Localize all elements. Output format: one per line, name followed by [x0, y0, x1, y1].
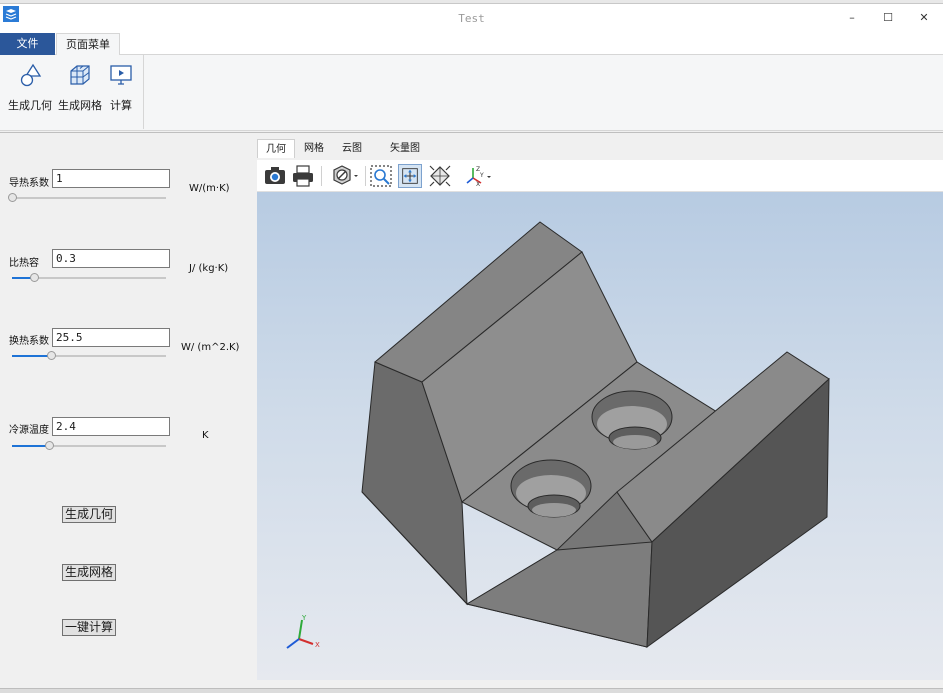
minimize-button[interactable]: – [837, 8, 867, 28]
specific-heat-slider[interactable] [12, 273, 166, 283]
triad-y-axis [298, 619, 303, 640]
triad-x-axis [298, 638, 314, 645]
geometry-icon [20, 63, 42, 87]
maximize-button[interactable]: ☐ [873, 8, 903, 28]
axis-triad: Y X [286, 614, 320, 649]
view-iso-icon[interactable] [428, 164, 452, 188]
triad-y-label: Y [301, 614, 307, 622]
zoom-box-icon[interactable] [369, 164, 393, 188]
specific-heat-input[interactable]: 0.3 [52, 249, 170, 268]
3d-viewport[interactable]: Y X [257, 192, 943, 680]
ribbon-compute-label: 计算 [110, 99, 132, 112]
ribbon-generate-geometry-button[interactable]: 生成几何 [6, 55, 54, 127]
tab-contour[interactable]: 云图 [335, 139, 369, 158]
slider-fill [12, 355, 51, 357]
ribbon-body: 生成几何 生成网格 计算 [0, 55, 943, 131]
fit-all-button[interactable] [398, 164, 422, 188]
title-bar: Test – ☐ ✕ [0, 4, 943, 32]
mesh-icon [70, 65, 90, 85]
close-button[interactable]: ✕ [909, 8, 939, 28]
param-label-conductivity: 导热系数 [9, 178, 49, 189]
conductivity-input[interactable]: 1 [52, 169, 170, 188]
ribbon-generate-mesh-button[interactable]: 生成网格 [56, 55, 104, 127]
generate-mesh-button[interactable]: 生成网格 [62, 564, 117, 581]
toolbar-separator [365, 166, 366, 186]
tab-page-menu[interactable]: 页面菜单 [56, 33, 120, 56]
slider-thumb[interactable] [46, 351, 56, 360]
axes-orientation-icon[interactable]: Z Y X [464, 164, 494, 188]
slider-track [12, 197, 166, 199]
generate-geometry-button[interactable]: 生成几何 [62, 506, 117, 523]
one-click-compute-button[interactable]: 一键计算 [62, 619, 117, 636]
specific-heat-unit: J/ (kg·K) [189, 263, 229, 274]
tab-file[interactable]: 文件 [0, 33, 55, 55]
heat-transfer-slider[interactable] [12, 351, 166, 361]
svg-text:X: X [476, 181, 480, 188]
slider-thumb[interactable] [29, 273, 39, 282]
slider-thumb[interactable] [44, 441, 54, 450]
tab-geometry[interactable]: 几何 [257, 139, 295, 158]
separator [0, 132, 943, 133]
ribbon-separator [143, 55, 144, 129]
fit-all-icon [402, 168, 418, 184]
triad-z-axis [286, 638, 300, 649]
param-label-heat-transfer: 换热系数 [9, 336, 49, 347]
display-mode-icon[interactable] [331, 164, 361, 188]
toolbar-separator [321, 166, 322, 186]
tab-mesh[interactable]: 网格 [297, 139, 331, 158]
screenshot-icon[interactable] [263, 164, 287, 188]
triad-x-label: X [315, 641, 320, 649]
ribbon-tabs: 文件 页面菜单 [0, 32, 943, 56]
compute-icon [110, 65, 132, 85]
conductivity-unit: W/(m·K) [189, 183, 230, 194]
tab-vector[interactable]: 矢量图 [385, 139, 425, 158]
svg-text:Y: Y [479, 172, 484, 179]
ribbon-compute-button[interactable]: 计算 [106, 55, 136, 127]
heat-transfer-input[interactable]: 25.5 [52, 328, 170, 347]
print-icon[interactable] [291, 164, 315, 188]
conductivity-slider[interactable] [8, 193, 166, 203]
status-bar [0, 688, 943, 693]
ribbon-geometry-label: 生成几何 [8, 99, 52, 112]
param-label-specific-heat: 比热容 [9, 258, 39, 269]
model-front-lower-face [465, 541, 653, 648]
param-label-cold-source-temp: 冷源温度 [9, 425, 49, 436]
slider-fill [12, 445, 49, 447]
ribbon-mesh-label: 生成网格 [58, 99, 102, 112]
heat-transfer-unit: W/ (m^2.K) [181, 342, 240, 353]
cad-model: Y X [286, 221, 830, 649]
window-title: Test [458, 12, 485, 25]
view-toolbar: Z Y X [257, 160, 943, 192]
cold-source-temp-unit: K [202, 430, 209, 441]
slider-thumb[interactable] [8, 193, 17, 202]
cold-source-temp-slider[interactable] [12, 441, 166, 451]
cold-source-temp-input[interactable]: 2.4 [52, 417, 170, 436]
